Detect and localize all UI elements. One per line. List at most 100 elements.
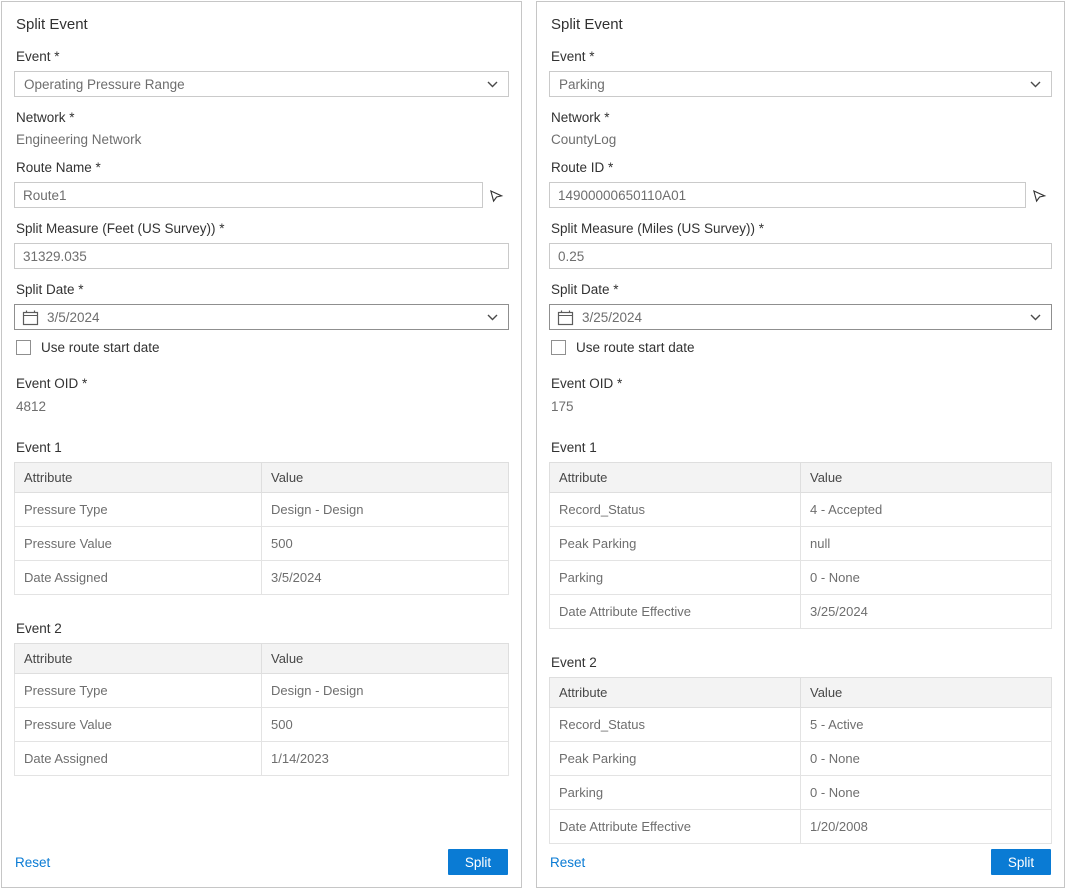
event-label: Event *	[551, 49, 1050, 64]
event-oid-value: 4812	[16, 399, 507, 414]
event-2-table: AttributeValuePressure TypeDesign - Desi…	[14, 643, 509, 776]
attribute-cell: Peak Parking	[550, 742, 801, 776]
value-cell: null	[801, 527, 1052, 561]
value-cell: 0 - None	[801, 742, 1052, 776]
reset-button[interactable]: Reset	[550, 855, 585, 870]
event-select[interactable]: Operating Pressure Range	[14, 71, 509, 97]
table-row: Date Attribute Effective1/20/2008	[550, 810, 1052, 844]
attribute-cell: Date Assigned	[15, 742, 262, 776]
reset-button[interactable]: Reset	[15, 855, 50, 870]
split-measure-label: Split Measure (Miles (US Survey)) *	[551, 221, 1050, 236]
split-date-value: 3/5/2024	[47, 310, 487, 325]
value-cell: 1/14/2023	[262, 742, 509, 776]
column-header: Attribute	[15, 463, 262, 493]
table-row: Record_Status4 - Accepted	[550, 493, 1052, 527]
event-1-caption: Event 1	[16, 440, 507, 455]
event-2-table: AttributeValueRecord_Status5 - ActivePea…	[549, 677, 1052, 844]
use-route-start-date-label: Use route start date	[576, 340, 695, 355]
column-header: Value	[262, 644, 509, 674]
split-event-panel-right: Split Event Event * Parking Network * Co…	[536, 1, 1065, 888]
value-cell: 0 - None	[801, 561, 1052, 595]
table-row: Date Attribute Effective3/25/2024	[550, 595, 1052, 629]
value-cell: Design - Design	[262, 493, 509, 527]
event-oid-label: Event OID *	[551, 376, 1050, 391]
use-route-start-date-row: Use route start date	[16, 340, 507, 355]
column-header: Attribute	[550, 678, 801, 708]
table-row: Pressure TypeDesign - Design	[15, 674, 509, 708]
use-route-start-date-checkbox[interactable]	[551, 340, 566, 355]
chevron-down-icon	[1030, 314, 1041, 321]
panel-title: Split Event	[16, 16, 509, 33]
header-row: AttributeValue	[15, 644, 509, 674]
table-row: Date Assigned1/14/2023	[15, 742, 509, 776]
event-select-value: Operating Pressure Range	[24, 77, 185, 92]
event-2-caption: Event 2	[551, 655, 1050, 670]
attribute-cell: Pressure Value	[15, 527, 262, 561]
event-1-table: AttributeValuePressure TypeDesign - Desi…	[14, 462, 509, 595]
value-cell: 500	[262, 708, 509, 742]
select-route-button[interactable]	[1026, 182, 1052, 208]
event-1-caption: Event 1	[551, 440, 1050, 455]
attribute-cell: Pressure Type	[15, 493, 262, 527]
table-row: Peak Parkingnull	[550, 527, 1052, 561]
attribute-cell: Pressure Type	[15, 674, 262, 708]
route-label: Route Name *	[16, 160, 507, 175]
route-input[interactable]	[14, 182, 483, 208]
split-date-label: Split Date *	[16, 282, 507, 297]
table-row: Date Assigned3/5/2024	[15, 561, 509, 595]
route-row	[14, 182, 509, 208]
network-label: Network *	[551, 110, 1050, 125]
select-route-button[interactable]	[483, 182, 509, 208]
chevron-down-icon	[487, 81, 498, 88]
header-row: AttributeValue	[550, 678, 1052, 708]
network-value: Engineering Network	[16, 132, 507, 147]
attribute-cell: Date Assigned	[15, 561, 262, 595]
split-measure-input[interactable]	[14, 243, 509, 269]
event-1-table: AttributeValueRecord_Status4 - AcceptedP…	[549, 462, 1052, 629]
event-select-value: Parking	[559, 77, 605, 92]
column-header: Attribute	[15, 644, 262, 674]
panel-footer: Reset Split	[550, 849, 1051, 875]
attribute-cell: Record_Status	[550, 708, 801, 742]
event-oid-label: Event OID *	[16, 376, 507, 391]
route-input[interactable]	[549, 182, 1026, 208]
column-header: Value	[262, 463, 509, 493]
split-date-picker[interactable]: 3/5/2024	[14, 304, 509, 330]
attribute-cell: Record_Status	[550, 493, 801, 527]
use-route-start-date-checkbox[interactable]	[16, 340, 31, 355]
network-label: Network *	[16, 110, 507, 125]
attribute-cell: Date Attribute Effective	[550, 810, 801, 844]
table-row: Peak Parking0 - None	[550, 742, 1052, 776]
split-event-panel-left: Split Event Event * Operating Pressure R…	[1, 1, 522, 888]
event-select[interactable]: Parking	[549, 71, 1052, 97]
panel-footer: Reset Split	[15, 849, 508, 875]
table-row: Parking0 - None	[550, 561, 1052, 595]
value-cell: 0 - None	[801, 776, 1052, 810]
event-label: Event *	[16, 49, 507, 64]
value-cell: 5 - Active	[801, 708, 1052, 742]
table-row: Pressure Value500	[15, 708, 509, 742]
table-row: Parking0 - None	[550, 776, 1052, 810]
attribute-cell: Parking	[550, 776, 801, 810]
event-2-caption: Event 2	[16, 621, 507, 636]
table-row: Record_Status5 - Active	[550, 708, 1052, 742]
route-row	[549, 182, 1052, 208]
split-date-picker[interactable]: 3/25/2024	[549, 304, 1052, 330]
split-measure-input[interactable]	[549, 243, 1052, 269]
use-route-start-date-row: Use route start date	[551, 340, 1050, 355]
value-cell: 4 - Accepted	[801, 493, 1052, 527]
attribute-cell: Pressure Value	[15, 708, 262, 742]
column-header: Attribute	[550, 463, 801, 493]
table-row: Pressure TypeDesign - Design	[15, 493, 509, 527]
network-value: CountyLog	[551, 132, 1050, 147]
split-date-value: 3/25/2024	[582, 310, 1030, 325]
route-label: Route ID *	[551, 160, 1050, 175]
select-pointer-icon	[489, 188, 504, 203]
split-measure-label: Split Measure (Feet (US Survey)) *	[16, 221, 507, 236]
panel-title: Split Event	[551, 16, 1052, 33]
split-button[interactable]: Split	[448, 849, 508, 875]
split-button[interactable]: Split	[991, 849, 1051, 875]
value-cell: 500	[262, 527, 509, 561]
attribute-cell: Date Attribute Effective	[550, 595, 801, 629]
calendar-icon	[22, 309, 39, 326]
